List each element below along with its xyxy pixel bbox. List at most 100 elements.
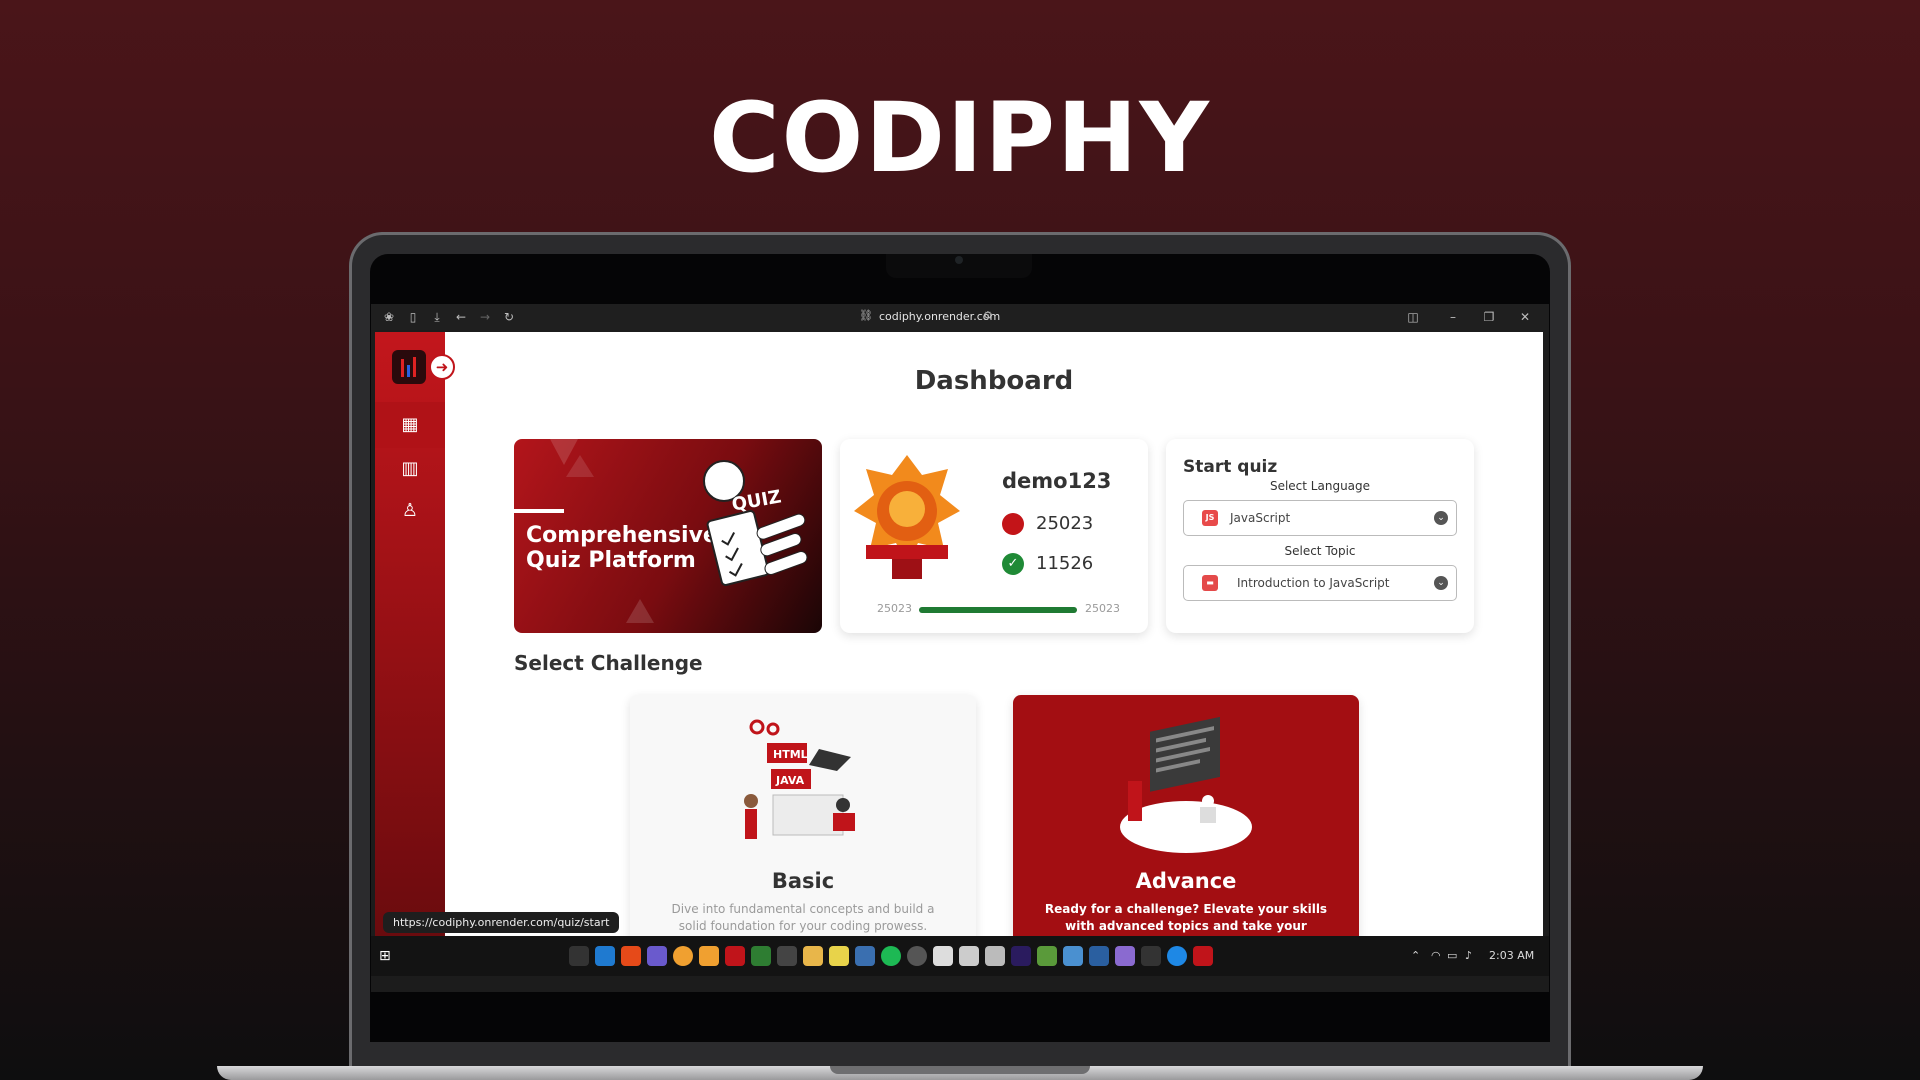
clock[interactable]: 2:03 AM: [1489, 949, 1534, 962]
taskbar: ⊞ ⌃ ◠ ▭ ♪ 2:03 AM: [371, 936, 1549, 976]
taskbar-app-icon[interactable]: [1115, 946, 1135, 966]
dashboard-icon: ▦: [401, 414, 419, 435]
word-icon[interactable]: [1089, 946, 1109, 966]
language-label: Select Language: [1269, 479, 1371, 493]
advance-coding-illustration: [1120, 716, 1252, 853]
topic-select[interactable]: ▬ Introduction to JavaScript ⌄: [1183, 565, 1457, 601]
browser-toolbar: ❀ ▯ ⤓ ← → ↻ ⛓ codiphy.onrender.com ⚙ ◫ –…: [371, 304, 1549, 330]
quiz-platform-banner: Comprehensive Quiz Platform QUIZ: [514, 439, 822, 633]
edge-icon[interactable]: [1167, 946, 1187, 966]
github-icon[interactable]: [907, 946, 927, 966]
search-icon[interactable]: [699, 946, 719, 966]
svg-text:HTML: HTML: [773, 748, 808, 761]
banner-line-1: Comprehensive: [526, 523, 718, 548]
username: demo123: [1002, 469, 1112, 493]
points-stat: 25023: [1002, 513, 1093, 535]
split-view-icon[interactable]: ◫: [1405, 309, 1421, 325]
taskbar-app-icon[interactable]: [855, 946, 875, 966]
progress-fill: [919, 607, 1077, 613]
close-icon[interactable]: ✕: [1517, 309, 1533, 325]
taskbar-app-icon[interactable]: [569, 946, 589, 966]
sidebar-toggle-icon[interactable]: ▯: [405, 309, 421, 325]
workspaces-icon[interactable]: ❀: [381, 309, 397, 325]
svg-text:JAVA: JAVA: [775, 774, 805, 787]
banner-accent-line: [514, 509, 564, 513]
link-status-url: https://codiphy.onrender.com/quiz/start: [383, 912, 620, 933]
basic-coding-illustration: HTML JAVA: [744, 719, 855, 839]
sidebar-item-leaderboard[interactable]: ▥: [375, 446, 445, 492]
back-icon[interactable]: ←: [453, 309, 469, 325]
banner-line-2: Quiz Platform: [526, 548, 696, 573]
taskbar-app-icon[interactable]: [829, 946, 849, 966]
topic-value: Introduction to JavaScript: [1237, 576, 1390, 590]
folder-icon: ▬: [1202, 575, 1218, 591]
file-explorer-icon[interactable]: [803, 946, 823, 966]
camera-icon: [955, 256, 963, 264]
tray-chevron-icon[interactable]: ⌃: [1411, 949, 1420, 962]
sidebar-item-dashboard[interactable]: ▦: [375, 402, 445, 448]
taskbar-app-icon[interactable]: [725, 946, 745, 966]
minimize-icon[interactable]: –: [1445, 309, 1461, 325]
bar-chart-icon: ▥: [401, 458, 419, 479]
vscode-icon[interactable]: [595, 946, 615, 966]
taskbar-app-icon[interactable]: [751, 946, 771, 966]
laptop-base-notch: [830, 1066, 1090, 1074]
spotify-icon[interactable]: [881, 946, 901, 966]
basic-challenge-card[interactable]: HTML JAVA Basic Dive into fundamental co…: [630, 695, 976, 936]
topic-label: Select Topic: [1284, 544, 1356, 558]
taskbar-app-icon[interactable]: [647, 946, 667, 966]
solved-stat: ✓ 11526: [1002, 553, 1093, 575]
advance-title: Advance: [1135, 869, 1237, 893]
volume-icon[interactable]: ♪: [1465, 949, 1472, 962]
progress-bar: [919, 607, 1077, 613]
web-page: ▦ ▥ ♙ ➜ Dashboard Comprehensive Quiz Pla…: [375, 332, 1543, 936]
advance-challenge-card[interactable]: Advance Ready for a challenge? Elevate y…: [1013, 695, 1359, 936]
reload-icon[interactable]: ↻: [501, 309, 517, 325]
javascript-icon: JS: [1202, 510, 1218, 526]
taskbar-app-icon[interactable]: [1063, 946, 1083, 966]
phpstorm-icon[interactable]: [1011, 946, 1031, 966]
restore-icon[interactable]: ❐: [1481, 309, 1497, 325]
wifi-icon[interactable]: ◠: [1431, 949, 1441, 962]
quiz-illustration: QUIZ: [703, 460, 808, 586]
start-quiz-title: Start quiz: [1183, 457, 1278, 477]
progress-left-label: 25023: [877, 602, 912, 615]
page-settings-icon[interactable]: ⚙: [983, 309, 993, 322]
taskbar-app-icon[interactable]: [985, 946, 1005, 966]
profile-card: demo123 25023 ✓ 11526 25023 25023: [840, 439, 1148, 633]
advance-description: Ready for a challenge? Elevate your skil…: [1044, 902, 1328, 933]
download-icon[interactable]: ⤓: [429, 309, 445, 325]
solved-value: 11526: [1036, 553, 1094, 574]
app-logo[interactable]: [392, 350, 426, 384]
battery-icon[interactable]: ▭: [1447, 949, 1457, 962]
address-bar[interactable]: codiphy.onrender.com: [879, 310, 1000, 323]
brave-icon[interactable]: [621, 946, 641, 966]
page-title: Dashboard: [914, 366, 1074, 396]
brand-title: CODIPHY: [709, 82, 1211, 194]
taskbar-app-icon[interactable]: [1193, 946, 1213, 966]
user-icon: ♙: [401, 500, 419, 521]
points-value: 25023: [1036, 513, 1094, 534]
screen: ❀ ▯ ⤓ ← → ↻ ⛓ codiphy.onrender.com ⚙ ◫ –…: [371, 304, 1549, 992]
sidebar-item-profile[interactable]: ♙: [375, 488, 445, 534]
progress-right-label: 25023: [1085, 602, 1120, 615]
banner-text: Comprehensive Quiz Platform: [526, 523, 718, 573]
taskbar-app-icon[interactable]: [1141, 946, 1161, 966]
notion-icon[interactable]: [959, 946, 979, 966]
language-select[interactable]: JS JavaScript ⌄: [1183, 500, 1457, 536]
terminal-icon[interactable]: [777, 946, 797, 966]
forward-icon[interactable]: →: [477, 309, 493, 325]
taskbar-app-icon[interactable]: [673, 946, 693, 966]
sidebar: ▦ ▥ ♙: [375, 332, 445, 936]
basic-description: Dive into fundamental concepts and build…: [671, 902, 935, 933]
programming-prodigy-badge: [854, 455, 960, 579]
windows-start-icon[interactable]: ⊞: [379, 948, 391, 964]
site-info-icon[interactable]: ⛓: [859, 309, 873, 322]
taskbar-app-icon[interactable]: [933, 946, 953, 966]
taskbar-app-icon[interactable]: [1037, 946, 1057, 966]
start-quiz-card: Start quiz Select Language JS JavaScript…: [1166, 439, 1474, 633]
basic-title: Basic: [771, 869, 835, 893]
points-icon: [1002, 513, 1024, 535]
check-icon: ✓: [1002, 553, 1024, 575]
select-challenge-heading: Select Challenge: [514, 651, 703, 675]
